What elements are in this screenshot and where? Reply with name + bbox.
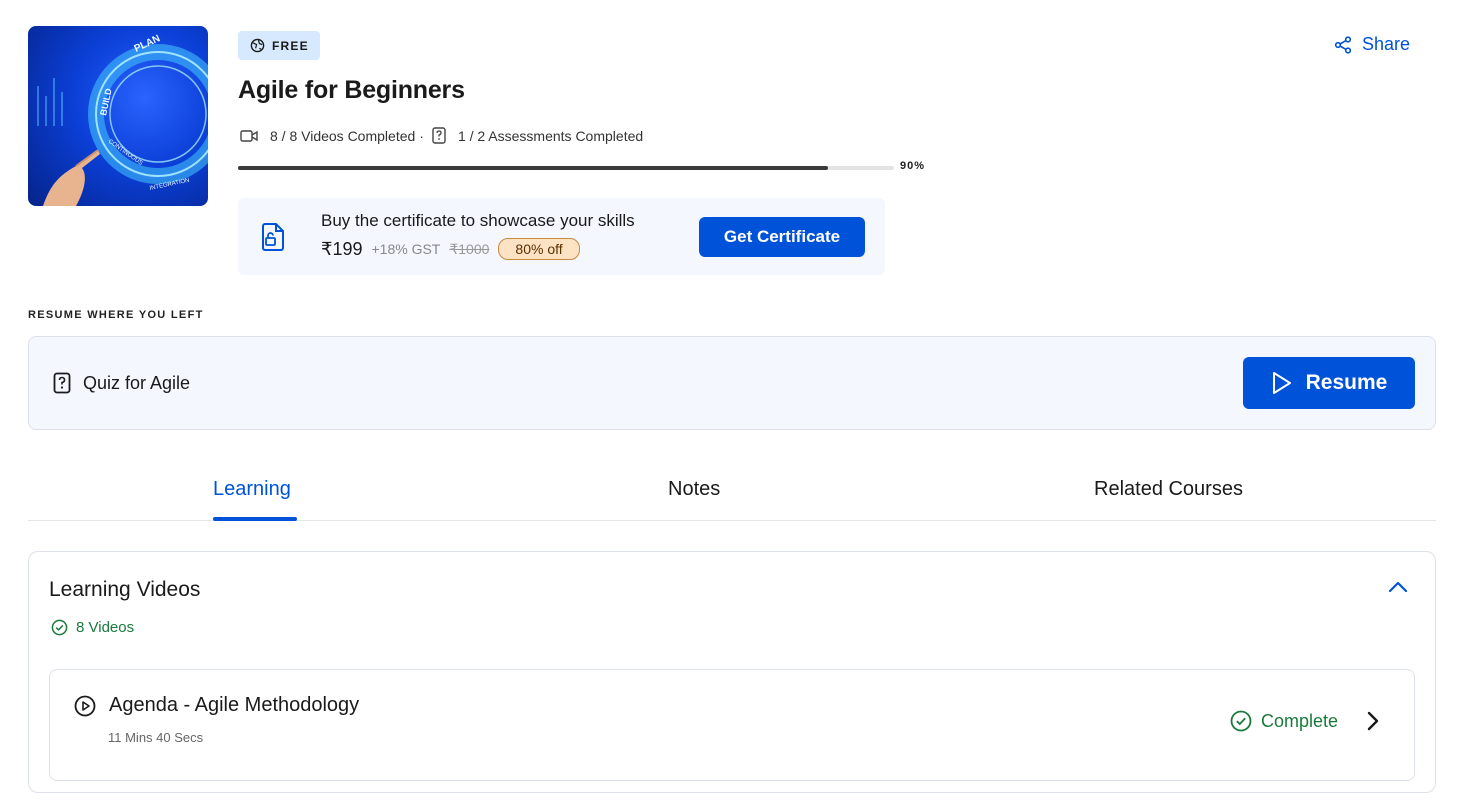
video-camera-icon bbox=[240, 129, 258, 143]
resume-section-label: RESUME WHERE YOU LEFT bbox=[28, 309, 204, 321]
free-badge-label: FREE bbox=[272, 38, 309, 53]
get-certificate-button[interactable]: Get Certificate bbox=[699, 217, 865, 257]
tab-notes[interactable]: Notes bbox=[668, 478, 720, 501]
course-progress-fill bbox=[238, 166, 829, 170]
assessments-completed: 1 / 2 Assessments Completed bbox=[457, 127, 644, 144]
chevron-right-icon[interactable] bbox=[1366, 711, 1380, 736]
course-meta: 8 / 8 Videos Completed · 1 / 2 Assessmen… bbox=[240, 127, 643, 144]
tab-related-courses[interactable]: Related Courses bbox=[1094, 478, 1243, 501]
certificate-icon bbox=[260, 222, 286, 257]
resume-button[interactable]: Resume bbox=[1243, 357, 1415, 409]
course-title: Agile for Beginners bbox=[238, 76, 465, 104]
certificate-price: ₹199 bbox=[321, 238, 363, 259]
resume-card: Quiz for Agile Resume bbox=[28, 336, 1436, 430]
collapse-chevron-up-icon[interactable] bbox=[1387, 580, 1409, 599]
course-tabs: Learning Notes Related Courses bbox=[28, 462, 1436, 521]
video-status: Complete bbox=[1230, 710, 1338, 732]
resume-button-label: Resume bbox=[1305, 371, 1388, 394]
share-button[interactable]: Share bbox=[1334, 34, 1410, 55]
meta-separator: · bbox=[419, 127, 424, 144]
globe-icon bbox=[250, 38, 265, 53]
assessment-icon bbox=[432, 127, 446, 144]
certificate-gst: +18% GST bbox=[371, 241, 441, 257]
quiz-icon bbox=[53, 372, 71, 394]
resume-item[interactable]: Quiz for Agile bbox=[53, 372, 190, 394]
video-list-item[interactable]: Agenda - Agile Methodology 11 Mins 40 Se… bbox=[49, 669, 1415, 781]
video-title: Agenda - Agile Methodology bbox=[109, 694, 360, 716]
learning-videos-section: Learning Videos 8 Videos Agenda - Agile … bbox=[28, 551, 1436, 793]
active-tab-indicator bbox=[213, 517, 297, 521]
play-circle-icon bbox=[74, 695, 96, 716]
resume-item-title: Quiz for Agile bbox=[83, 372, 191, 393]
course-progress-label: 90% bbox=[900, 160, 926, 172]
videos-completed: 8 / 8 Videos Completed bbox=[270, 127, 416, 144]
learning-videos-title: Learning Videos bbox=[49, 578, 201, 601]
free-badge: FREE bbox=[238, 31, 320, 60]
certificate-original-price: ₹1000 bbox=[449, 240, 490, 257]
course-thumbnail-art: PLAN BUILD CONTINUOUS INTEGRATION bbox=[37, 33, 208, 206]
play-icon bbox=[1272, 372, 1291, 394]
course-thumbnail: PLAN BUILD CONTINUOUS INTEGRATION bbox=[28, 26, 208, 206]
certificate-banner: Buy the certificate to showcase your ski… bbox=[238, 198, 885, 275]
share-icon bbox=[1334, 35, 1352, 54]
video-duration: 11 Mins 40 Secs bbox=[108, 730, 204, 745]
share-label: Share bbox=[1362, 34, 1411, 54]
certificate-price-row: ₹199 +18% GST ₹1000 80% off bbox=[321, 238, 580, 260]
check-circle-icon bbox=[1230, 710, 1252, 732]
learning-videos-count-label: 8 Videos bbox=[76, 619, 135, 636]
check-circle-icon bbox=[51, 619, 68, 636]
video-status-label: Complete bbox=[1261, 710, 1339, 731]
certificate-text: Buy the certificate to showcase your ski… bbox=[321, 211, 635, 230]
course-progress-bar bbox=[238, 166, 894, 170]
tab-learning[interactable]: Learning bbox=[213, 478, 291, 501]
discount-badge: 80% off bbox=[498, 238, 580, 260]
learning-videos-count: 8 Videos bbox=[51, 619, 134, 636]
video-title-row: Agenda - Agile Methodology bbox=[74, 694, 359, 717]
